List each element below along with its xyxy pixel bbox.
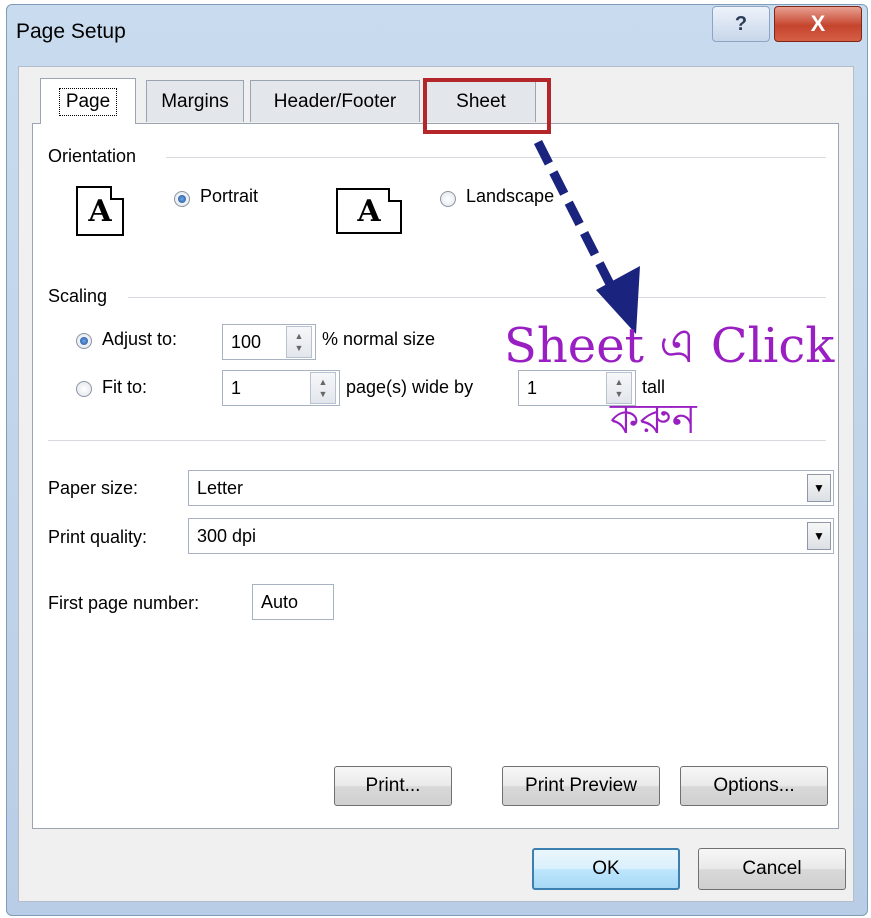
annotation-line-2: করুন bbox=[610, 394, 697, 443]
annotation-arrow bbox=[533, 139, 640, 334]
arrow-shaft bbox=[533, 139, 617, 291]
annotation-line-1: Sheet এ Click bbox=[504, 318, 835, 374]
